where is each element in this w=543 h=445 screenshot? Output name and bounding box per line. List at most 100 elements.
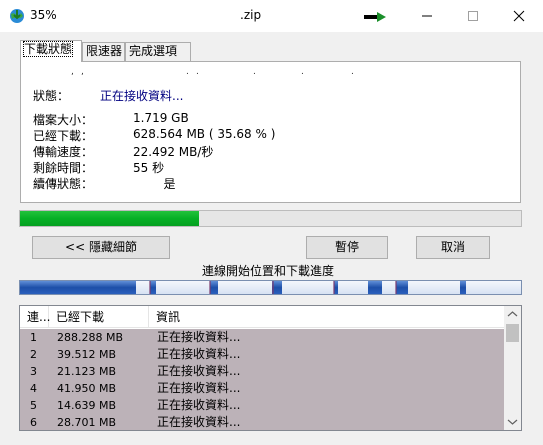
cancel-button[interactable]: 取消 [416, 236, 490, 259]
connection-number: 4 [30, 382, 37, 395]
table-row[interactable]: 6 28.701 MB 正在接收資料... [20, 414, 504, 430]
tab-label: 限速器 [86, 44, 123, 58]
url-placeholder-dots: , , . . . . . [31, 68, 511, 78]
connection-number: 5 [30, 399, 37, 412]
dot: . [186, 67, 189, 77]
segment-marker [209, 281, 211, 294]
downloaded-row: 已經下載： 628.564 MB ( 35.68 % ) [33, 127, 503, 143]
segment-block [20, 281, 136, 294]
segment-marker [149, 281, 151, 294]
transfer-rate-label: 傳輸速度： [33, 145, 94, 159]
segment-block [382, 281, 396, 294]
window-title-filename: .zip [240, 8, 262, 22]
transfer-rate-value: 22.492 MB/秒 [133, 145, 214, 159]
table-row[interactable]: 2 39.512 MB 正在接收資料... [20, 346, 504, 363]
window-title-percent: 35% [30, 8, 57, 22]
tab-label: 完成選項 [129, 44, 178, 58]
downloaded-amount: 288.288 MB [57, 331, 124, 344]
downloaded-value: 628.564 MB ( 35.68 % ) [133, 127, 276, 141]
table-row[interactable]: 5 14.639 MB 正在接收資料... [20, 397, 504, 414]
resume-status-label: 續傳狀態： [33, 177, 94, 191]
connection-number: 1 [30, 331, 37, 344]
minimize-icon [422, 15, 432, 17]
table-row[interactable]: 3 21.123 MB 正在接收資料... [20, 363, 504, 380]
status-row: 狀態： 正在接收資料... [33, 87, 503, 103]
time-left-value: 55 秒 [133, 161, 165, 175]
tab-label: 下載狀態 [22, 41, 74, 57]
downloaded-label: 已經下載： [33, 129, 94, 143]
maximize-icon [468, 11, 478, 21]
segment-block [338, 281, 368, 294]
dot: . [301, 67, 304, 77]
resume-status-row: 續傳狀態： 是 [33, 175, 503, 191]
dot: , [71, 67, 74, 77]
download-status-panel: , , . . . . . 狀態： 正在接收資料... 檔案大小： 1.719 … [20, 61, 521, 203]
tab-download-status[interactable]: 下載狀態 [20, 40, 82, 62]
segment-block [218, 281, 272, 294]
file-size-label: 檔案大小： [33, 113, 94, 127]
segment-block [282, 281, 334, 294]
connection-info: 正在接收資料... [157, 415, 241, 429]
downloaded-amount: 21.123 MB [57, 365, 117, 378]
dot: . [253, 67, 256, 77]
list-rows: 1 288.288 MB 正在接收資料... 2 39.512 MB 正在接收資料... 3… [20, 329, 504, 430]
downloaded-amount: 39.512 MB [57, 348, 117, 361]
segment-marker [395, 281, 397, 294]
transfer-rate-row: 傳輸速度： 22.492 MB/秒 [33, 143, 503, 159]
column-header-downloaded[interactable]: 已經下載 [49, 306, 149, 328]
tab-completion-options[interactable]: 完成選項 [125, 42, 191, 61]
list-scrollbar[interactable] [504, 306, 521, 430]
time-left-label: 剩餘時間： [33, 161, 94, 175]
segment-block [210, 281, 218, 294]
scroll-down-arrow-icon[interactable] [504, 413, 521, 430]
connection-number: 2 [30, 348, 37, 361]
connection-info: 正在接收資料... [157, 364, 241, 378]
downloaded-amount: 14.639 MB [57, 399, 117, 412]
segment-marker [333, 281, 335, 294]
title-bar: 35% .zip [0, 0, 543, 32]
segment-block [136, 281, 150, 294]
status-value: 正在接收資料... [100, 89, 184, 103]
downloaded-amount: 28.701 MB [57, 416, 117, 429]
hide-details-button[interactable]: << 隱藏細節 [32, 236, 170, 259]
column-header-connection[interactable]: 連... [20, 306, 50, 328]
dot: , [81, 67, 84, 77]
connection-info: 正在接收資料... [157, 347, 241, 361]
file-size-row: 檔案大小： 1.719 GB [33, 111, 503, 127]
dot: . [196, 67, 199, 77]
segments-title: 連線開始位置和下載進度 [201, 264, 334, 278]
close-button[interactable] [496, 0, 542, 32]
downloaded-amount: 41.950 MB [57, 382, 117, 395]
scroll-thumb[interactable] [506, 324, 519, 342]
segment-marker [272, 281, 274, 294]
table-row[interactable]: 1 288.288 MB 正在接收資料... [20, 329, 504, 346]
tab-speed-limiter[interactable]: 限速器 [82, 42, 125, 61]
table-row[interactable]: 4 41.950 MB 正在接收資料... [20, 380, 504, 397]
maximize-button[interactable] [450, 0, 496, 32]
close-icon [513, 10, 525, 22]
connection-number: 3 [30, 365, 37, 378]
connections-list: 連... 已經下載 資訊 1 288.288 MB 正在接收資料... 2 39.512… [19, 305, 522, 431]
connection-number: 6 [30, 416, 37, 429]
minimize-button[interactable] [404, 0, 450, 32]
connection-info: 正在接收資料... [157, 381, 241, 395]
arrow-right-icon [364, 12, 386, 22]
resume-status-value: 是 [133, 177, 176, 191]
segment-block [408, 281, 460, 294]
list-header: 連... 已經下載 資訊 [20, 306, 504, 328]
time-left-row: 剩餘時間： 55 秒 [33, 159, 503, 175]
segment-block [466, 281, 521, 294]
segment-block [368, 281, 382, 294]
segment-block [396, 281, 408, 294]
app-globe-icon [10, 9, 24, 23]
connection-segments-bar [19, 280, 522, 295]
dot: . [351, 67, 354, 77]
progress-fill [20, 211, 199, 226]
file-size-value: 1.719 GB [133, 111, 189, 125]
connection-info: 正在接收資料... [157, 330, 241, 344]
pause-button[interactable]: 暫停 [306, 236, 388, 259]
download-progress-bar [19, 210, 522, 227]
segment-block [156, 281, 210, 294]
scroll-up-arrow-icon[interactable] [504, 306, 521, 323]
column-header-info[interactable]: 資訊 [149, 306, 504, 328]
